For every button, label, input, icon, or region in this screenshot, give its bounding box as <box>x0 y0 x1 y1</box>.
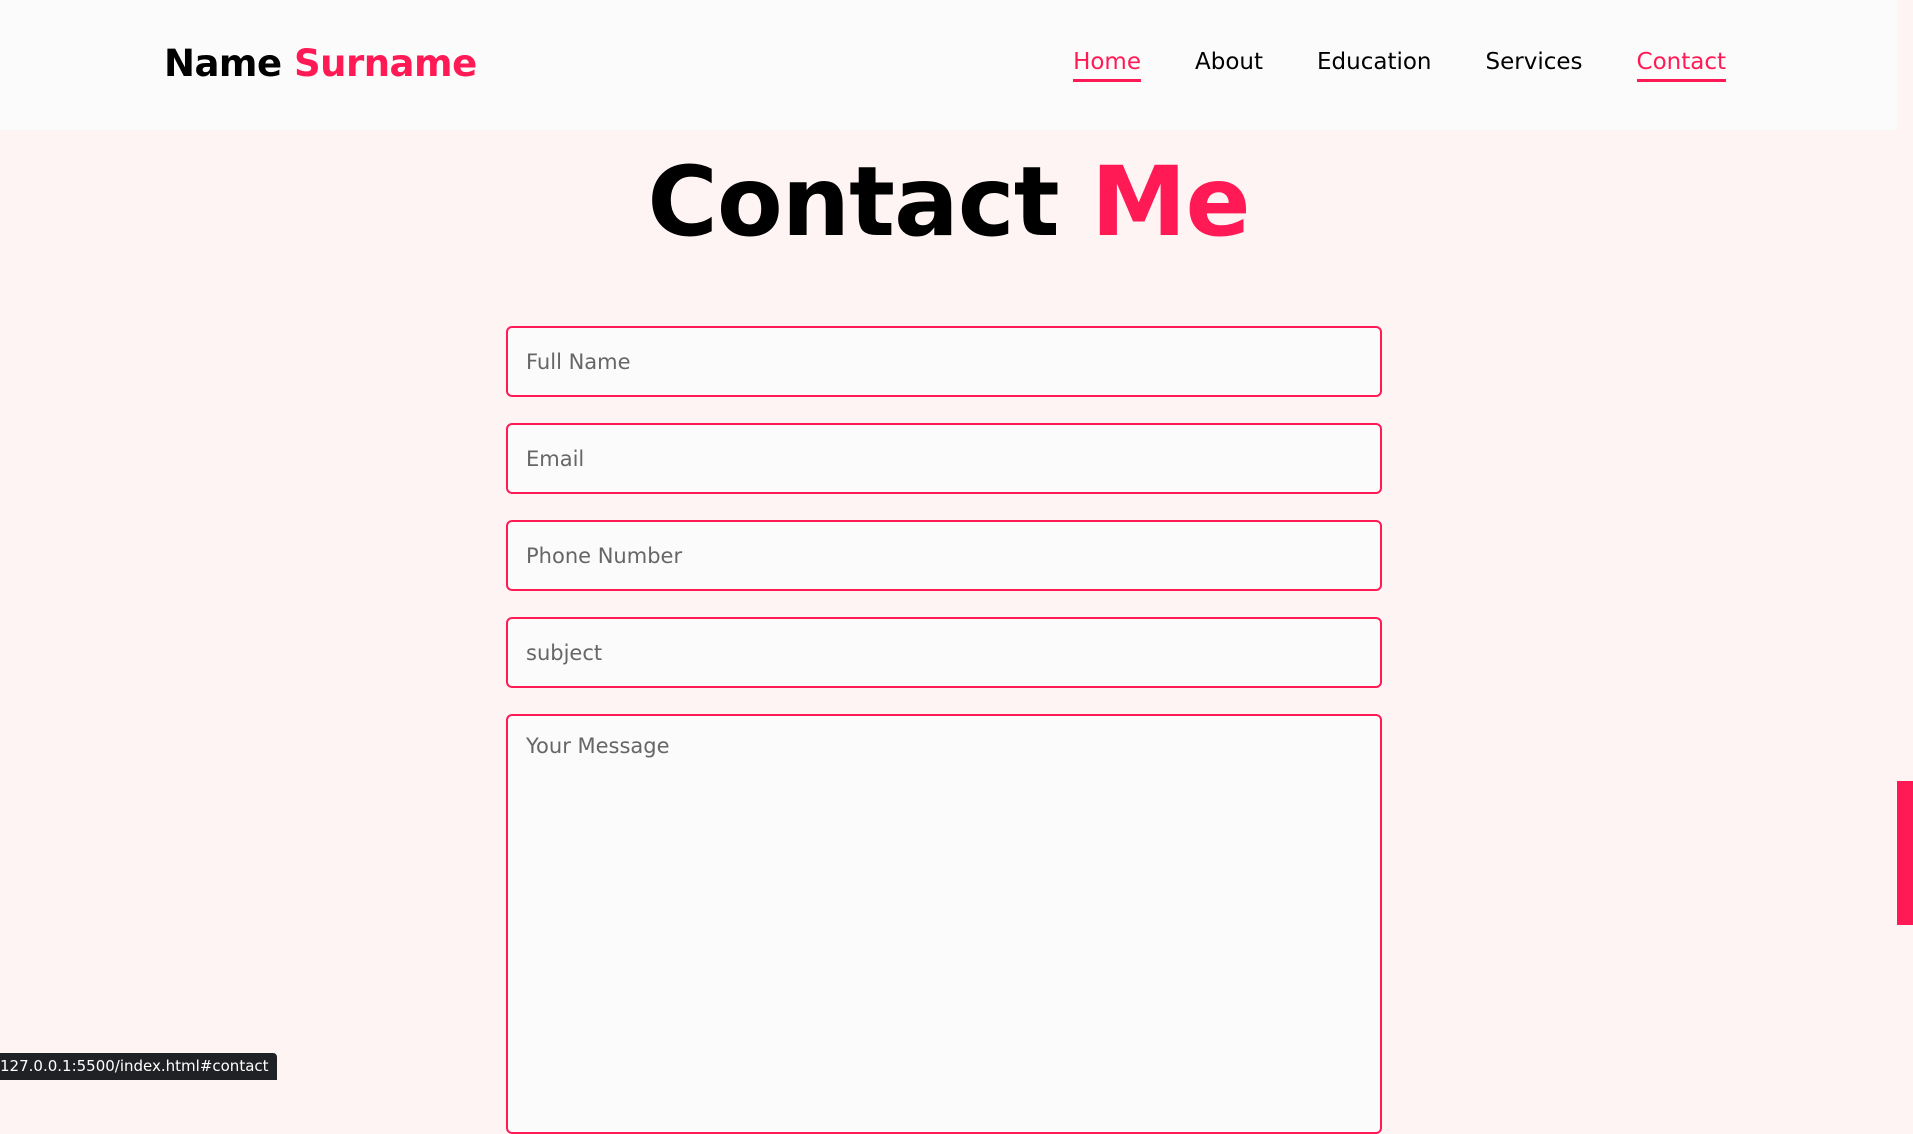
contact-form <box>506 326 1382 1134</box>
nav-contact[interactable]: Contact <box>1636 49 1726 82</box>
page: Name Surname Home About Education Servic… <box>0 0 1897 1134</box>
section-title-main: Contact <box>647 146 1059 258</box>
message-textarea[interactable] <box>506 714 1382 1134</box>
nav-home[interactable]: Home <box>1073 49 1141 82</box>
logo-surname: Surname <box>293 42 477 85</box>
status-bar-url: 127.0.0.1:5500/index.html#contact <box>0 1053 277 1080</box>
section-title-accent: Me <box>1091 146 1251 258</box>
logo-name: Name <box>164 42 282 85</box>
main-nav: Home About Education Services Contact <box>1073 49 1726 82</box>
nav-about[interactable]: About <box>1195 49 1263 82</box>
site-header: Name Surname Home About Education Servic… <box>0 0 1897 130</box>
phone-number-input[interactable] <box>506 520 1382 591</box>
section-title: Contact Me <box>0 142 1897 262</box>
nav-education[interactable]: Education <box>1317 49 1432 82</box>
subject-input[interactable] <box>506 617 1382 688</box>
email-input[interactable] <box>506 423 1382 494</box>
logo[interactable]: Name Surname <box>164 42 477 85</box>
full-name-input[interactable] <box>506 326 1382 397</box>
scrollbar-thumb[interactable] <box>1897 781 1913 925</box>
nav-services[interactable]: Services <box>1486 49 1583 82</box>
